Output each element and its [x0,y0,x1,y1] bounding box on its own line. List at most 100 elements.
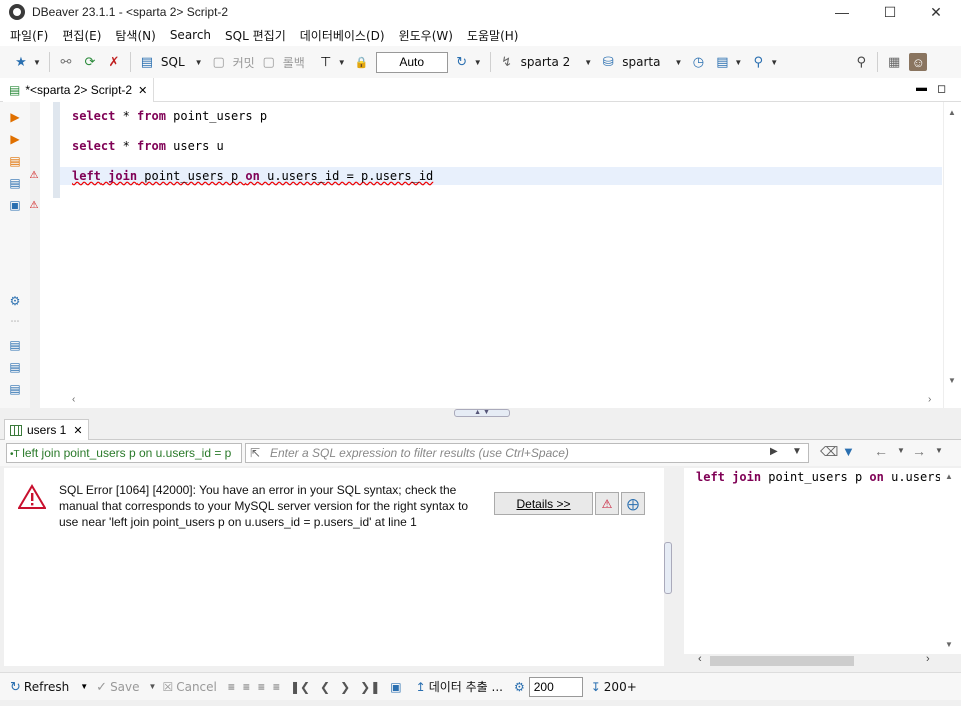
chevron-down-icon[interactable]: ▼ [674,58,682,67]
chevron-left-icon[interactable]: ‹ [72,394,75,405]
help-button[interactable]: ⨁ [621,492,645,515]
delete-row-icon[interactable]: ≡ [273,680,280,694]
add-row-icon[interactable]: ≡ [243,680,250,694]
dashboard-icon[interactable]: ◷ [689,53,707,71]
chevron-down-icon[interactable]: ▼ [149,682,157,691]
new-connection-icon[interactable]: ★ [12,53,30,71]
scroll-thumb[interactable] [710,656,854,666]
panel-side-handle[interactable] [664,468,684,666]
maximize-panel-icon[interactable]: ◻ [937,82,946,95]
connect-icon[interactable]: ⟳ [81,53,99,71]
terminal-icon[interactable]: ▣ [8,198,22,212]
commit-button[interactable]: 커밋 [233,54,255,71]
search-icon[interactable]: ⚲ [749,53,767,71]
apply-filter-icon[interactable]: ▶ [770,446,778,457]
editor-horizontal-scrollbar[interactable]: ‹ › [70,394,943,408]
chevron-down-icon[interactable]: ▼ [338,58,346,67]
cancel-icon[interactable]: ☒ [162,680,173,694]
editor-vertical-scrollbar[interactable]: ▲ ▼ [943,102,961,408]
chevron-down-icon[interactable]: ▼ [33,58,41,67]
chevron-down-icon[interactable]: ▼ [770,58,778,67]
tab-script-2[interactable]: ▤ *<sparta 2> Script-2 ✕ [3,78,155,102]
details-button[interactable]: Details >> [494,492,593,515]
last-page-icon[interactable]: ❯❚ [360,680,380,694]
first-page-icon[interactable]: ❚❮ [290,680,310,694]
schema-selector[interactable]: sparta [622,55,660,69]
eraser-icon[interactable]: ⌫ [820,444,838,460]
execute-script-icon[interactable]: ▤ [8,154,22,168]
chevron-down-icon[interactable]: ▼ [734,58,742,67]
filter-icon[interactable]: ▼ [842,444,855,459]
perspective-icon[interactable]: ▦ [885,53,903,71]
avatar[interactable]: ☺ [909,53,928,71]
tools-icon[interactable]: ▤ [713,53,731,71]
menu-window[interactable]: 윈도우(W) [392,27,460,44]
filter-input[interactable]: ⇱ Enter a SQL expression to filter resul… [245,443,809,463]
chevron-down-icon[interactable]: ▼ [195,58,203,67]
chevron-right-icon[interactable]: › [928,394,931,405]
code-line-2[interactable]: select * from users u [72,137,224,155]
close-icon[interactable]: ✕ [73,424,82,437]
menu-navigate[interactable]: 탐색(N) [108,27,162,44]
side-grip[interactable] [664,542,672,594]
menu-file[interactable]: 파일(F) [3,27,55,44]
menu-database[interactable]: 데이터베이스(D) [293,27,392,44]
close-icon[interactable]: ✕ [138,84,147,97]
copy-row-icon[interactable]: ≡ [258,680,265,694]
menu-sql-editor[interactable]: SQL 편집기 [218,27,293,44]
previous-page-icon[interactable]: ❮ [320,680,330,694]
fit-icon[interactable]: ▣ [390,680,401,694]
save-icon[interactable]: ✓ [96,679,107,695]
cancel-button[interactable]: Cancel [176,680,217,694]
sql-editor[interactable]: select * from point_users p select * fro… [40,102,943,408]
splitter-grip[interactable]: ▲ ▼ [454,409,510,417]
file-icon[interactable]: ▤ [8,382,22,396]
preview-horizontal-scrollbar[interactable]: ‹ › [696,653,940,668]
close-window-button[interactable]: ✕ [913,0,959,24]
minimize-button[interactable]: — [819,0,865,24]
execute-statement-icon[interactable]: ▶ [8,110,22,124]
more-icon[interactable]: ⋯ [8,314,22,328]
gear-icon[interactable]: ⚙ [514,680,525,694]
tab-users-1[interactable]: users 1 ✕ [4,419,89,440]
export-data-icon[interactable]: ↥ [416,680,426,694]
import-icon[interactable]: ▤ [8,360,22,374]
back-arrow-icon[interactable]: ← [874,443,888,459]
forward-arrow-icon[interactable]: → [912,443,926,459]
fetch-more-icon[interactable]: ↧ [591,680,601,694]
export-data-button[interactable]: 데이터 추출 ... [429,678,503,695]
explain-plan-icon[interactable]: ▤ [8,176,22,190]
chevron-right-icon[interactable]: › [926,653,930,665]
sql-editor-icon[interactable]: ▤ [138,53,156,71]
chevron-down-icon[interactable]: ▼ [948,376,956,385]
save-button[interactable]: Save [110,680,139,694]
plug-icon[interactable]: ⚯ [57,53,75,71]
transaction-mode-icon[interactable]: ⊤ [317,53,335,71]
refresh-button[interactable]: Refresh [24,680,69,694]
error-log-button[interactable]: ⚠ [595,492,619,515]
minimize-panel-icon[interactable]: ▬ [916,82,927,94]
chevron-down-icon[interactable]: ▼ [935,446,943,455]
chevron-down-icon[interactable]: ▼ [945,640,953,649]
chevron-down-icon[interactable]: ▼ [474,58,482,67]
history-icon[interactable]: ↻ [453,53,471,71]
expand-icon[interactable]: ⇱ [250,444,260,462]
rollback-icon[interactable]: ▢ [260,53,278,71]
global-search-icon[interactable]: ⚲ [852,53,870,71]
filter-history-icon[interactable]: ▼ [792,446,802,457]
fetch-size-input[interactable]: 200 [528,676,583,697]
commit-icon[interactable]: ▢ [210,53,228,71]
execute-new-tab-icon[interactable]: ▶ [8,132,22,146]
editor-results-splitter[interactable]: ▲ ▼ [0,408,961,418]
export-icon[interactable]: ▤ [8,338,22,352]
menu-search[interactable]: Search [163,28,218,42]
sql-button-label[interactable]: SQL [161,55,185,69]
preview-vertical-scrollbar[interactable]: ▲ ▼ [940,468,961,654]
refresh-icon[interactable]: ↻ [10,679,21,695]
chevron-down-icon[interactable]: ▼ [897,446,905,455]
transaction-mode-field[interactable]: Auto [375,51,448,73]
chevron-down-icon[interactable]: ▼ [80,682,88,691]
disconnect-icon[interactable]: ✗ [105,53,123,71]
maximize-button[interactable]: ☐ [867,0,913,24]
query-preview-field[interactable]: •T left join point_users p on u.users_id… [6,443,242,463]
